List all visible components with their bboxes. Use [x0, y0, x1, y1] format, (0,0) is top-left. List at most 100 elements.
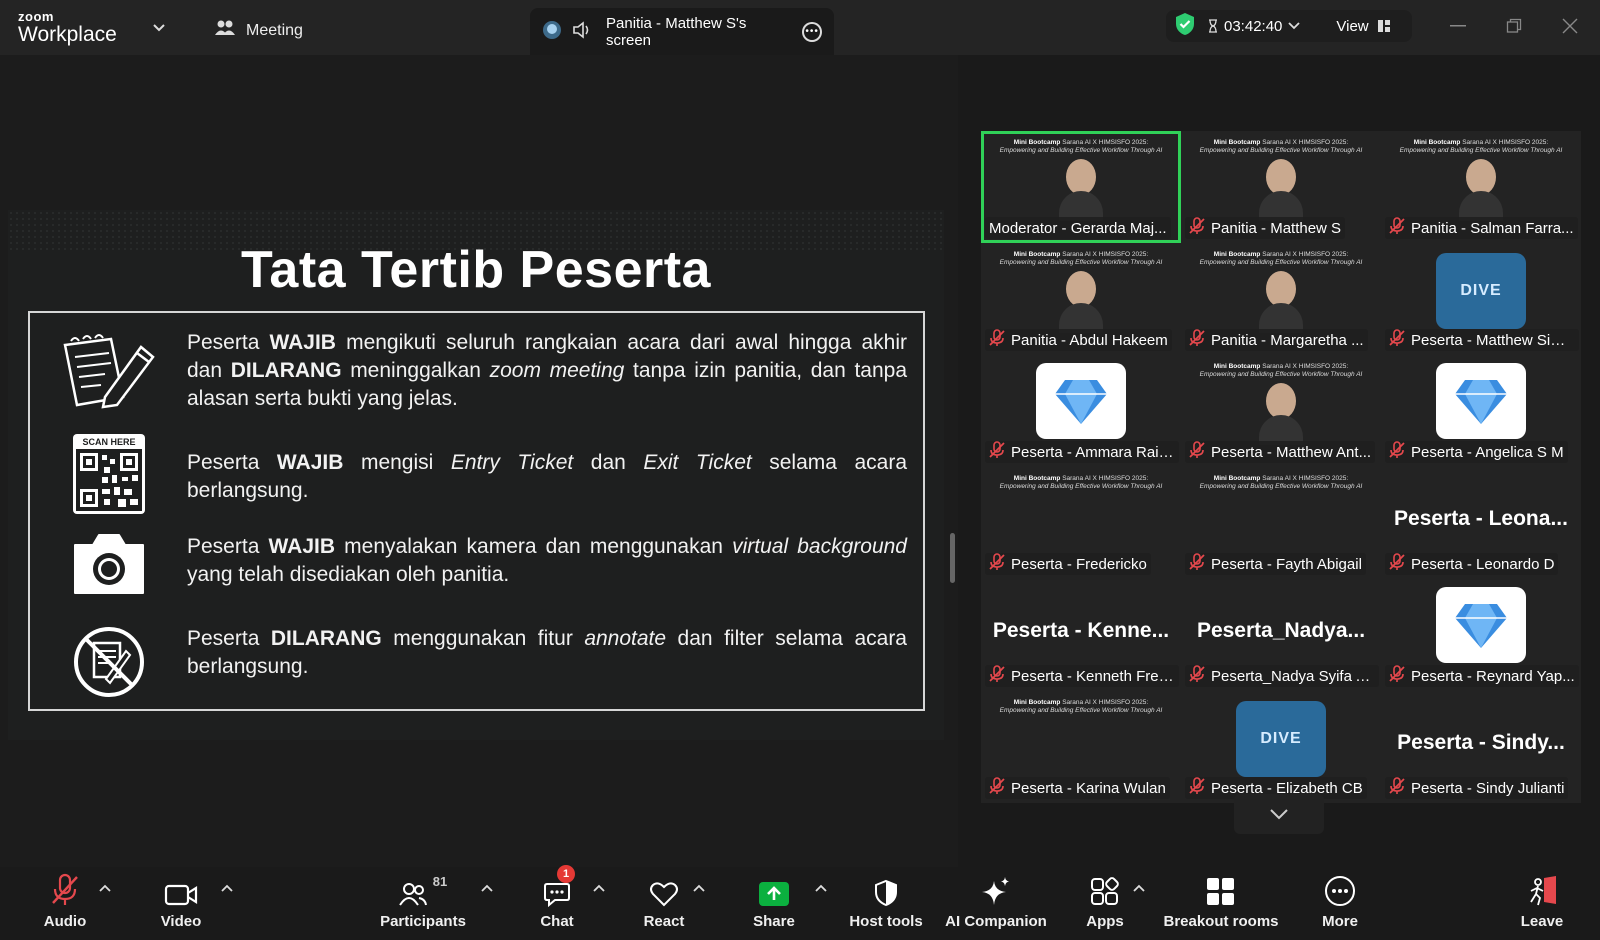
qr-scan-label: SCAN HERE	[82, 437, 135, 447]
speaker-volume-icon[interactable]	[572, 20, 592, 43]
participant-tile[interactable]: Mini Bootcamp Sarana AI X HIMSISFO 2025:…	[1381, 131, 1581, 243]
participant-tile[interactable]: Mini Bootcamp Sarana AI X HIMSISFO 2025:…	[981, 691, 1181, 803]
participant-tile[interactable]: Peserta - Angelica S M	[1381, 355, 1581, 467]
gallery-next-page-button[interactable]	[1234, 794, 1324, 834]
screen-share-tab[interactable]: Panitia - Matthew S's screen •••	[530, 8, 834, 55]
participant-tile[interactable]: DIVE Peserta - Elizabeth CB	[1181, 691, 1381, 803]
bootcamp-banner: Mini Bootcamp Sarana AI X HIMSISFO 2025:…	[1181, 475, 1381, 491]
more-button[interactable]: More	[1318, 867, 1362, 940]
participant-tile[interactable]: Peserta_Nadya... Peserta_Nadya Syifa A...	[1181, 579, 1381, 691]
participant-tile[interactable]: Mini Bootcamp Sarana AI X HIMSISFO 2025:…	[981, 131, 1181, 243]
meeting-timer[interactable]: 03:42:40	[1208, 18, 1301, 35]
share-options-caret-icon[interactable]	[814, 881, 828, 895]
rule-text-part: menggunakan fitur	[381, 627, 585, 650]
participant-tile[interactable]: Peserta - Sindy... Peserta - Sindy Julian…	[1381, 691, 1581, 803]
chat-label: Chat	[540, 913, 574, 930]
diamond-logo-avatar	[1036, 363, 1126, 439]
muted-mic-icon	[1389, 553, 1407, 575]
participant-name: Peserta - Karina Wulan	[1011, 779, 1166, 797]
audio-button[interactable]: Audio	[40, 867, 90, 940]
app-menu-chevron-icon[interactable]	[152, 20, 166, 38]
rule-text-part: Peserta	[187, 627, 271, 650]
participant-gallery: Mini Bootcamp Sarana AI X HIMSISFO 2025:…	[958, 55, 1600, 867]
audio-options-caret-icon[interactable]	[98, 881, 112, 895]
ai-companion-button[interactable]: AI Companion	[944, 867, 1048, 940]
muted-mic-icon	[1189, 217, 1207, 239]
participants-button[interactable]: 81 Participants	[378, 867, 468, 940]
participant-tile[interactable]: Peserta - Kenne... Peserta - Kenneth Fred…	[981, 579, 1181, 691]
share-label: Share	[753, 913, 795, 930]
share-options-more-icon[interactable]: •••	[802, 21, 822, 42]
participant-tile[interactable]: Peserta - Leona... Peserta - Leonardo D	[1381, 467, 1581, 579]
banner-bold: Mini Bootcamp	[1213, 251, 1261, 258]
shared-screen[interactable]: Tata Tertib Peserta Peserta WAJIB mengik…	[0, 55, 958, 867]
muted-mic-icon	[989, 553, 1007, 575]
muted-mic-icon	[50, 867, 80, 907]
bootcamp-banner: Mini Bootcamp Sarana AI X HIMSISFO 2025:…	[981, 139, 1181, 155]
logo-small-text: zoom	[18, 9, 54, 24]
more-label: More	[1322, 913, 1358, 930]
view-label: View	[1336, 17, 1369, 35]
video-label: Video	[160, 913, 202, 930]
participant-tile[interactable]: Mini Bootcamp Sarana AI X HIMSISFO 2025:…	[1181, 243, 1381, 355]
dive-logo-text: DIVE	[1260, 730, 1302, 747]
minimize-icon[interactable]	[1446, 14, 1470, 38]
rule-item: Peserta DILARANG menggunakan fitur annot…	[30, 625, 923, 701]
rule-text-part: menyalakan kamera dan menggunakan	[335, 535, 733, 558]
participant-tile[interactable]: Mini Bootcamp Sarana AI X HIMSISFO 2025:…	[1181, 131, 1381, 243]
muted-mic-icon	[989, 777, 1007, 799]
rule-text-part: Peserta	[187, 451, 277, 474]
participant-name: Peserta_Nadya Syifa A...	[1211, 667, 1375, 685]
chat-button[interactable]: 1 Chat	[532, 865, 582, 940]
encryption-shield-icon[interactable]	[1174, 12, 1196, 40]
meeting-tab[interactable]: Meeting	[214, 18, 303, 43]
participant-name: Panitia - Salman Farra...	[1411, 219, 1574, 237]
banner-bold: Mini Bootcamp	[1013, 699, 1061, 706]
breakout-rooms-button[interactable]: Breakout rooms	[1163, 867, 1279, 940]
participant-name: Panitia - Matthew S	[1211, 219, 1342, 237]
participant-display-name: Peserta - Sindy...	[1397, 731, 1565, 754]
participant-name-label: Panitia - Margaretha ...	[1185, 329, 1368, 351]
participant-tile[interactable]: DIVE Peserta - Matthew Sim...	[1381, 243, 1581, 355]
participant-tile[interactable]: Mini Bootcamp Sarana AI X HIMSISFO 2025:…	[1181, 355, 1381, 467]
participant-tile[interactable]: Mini Bootcamp Sarana AI X HIMSISFO 2025:…	[981, 467, 1181, 579]
video-options-caret-icon[interactable]	[220, 881, 234, 895]
participant-tile[interactable]: Mini Bootcamp Sarana AI X HIMSISFO 2025:…	[981, 243, 1181, 355]
apps-options-caret-icon[interactable]	[1132, 881, 1146, 895]
video-button[interactable]: Video	[156, 867, 206, 940]
zoom-logo: zoom Workplace	[18, 10, 117, 45]
logo-big-text: Workplace	[18, 23, 117, 46]
participant-tile[interactable]: Mini Bootcamp Sarana AI X HIMSISFO 2025:…	[1181, 467, 1381, 579]
view-button[interactable]: View	[1336, 18, 1390, 35]
react-button[interactable]: React	[638, 867, 690, 940]
dive-logo-text: DIVE	[1460, 282, 1502, 299]
slide-title: Tata Tertib Peserta	[241, 241, 711, 299]
share-button[interactable]: Share	[748, 867, 800, 940]
chat-options-caret-icon[interactable]	[592, 881, 606, 895]
participant-name: Moderator - Gerarda Maj...	[989, 219, 1167, 237]
participants-options-caret-icon[interactable]	[480, 881, 494, 895]
participant-tile[interactable]: Peserta - Ammara Rais...	[981, 355, 1181, 467]
participant-tile[interactable]: Peserta - Reynard Yap...	[1381, 579, 1581, 691]
participant-name: Peserta - Reynard Yap...	[1411, 667, 1575, 685]
close-icon[interactable]	[1558, 14, 1582, 38]
diamond-logo-avatar	[1436, 363, 1526, 439]
banner-bold: Mini Bootcamp	[1213, 139, 1261, 146]
leave-button[interactable]: Leave	[1520, 867, 1564, 940]
chat-unread-badge: 1	[557, 865, 575, 883]
participant-name-label: Peserta - Ammara Rais...	[985, 441, 1179, 463]
breakout-grid-icon	[1206, 867, 1236, 907]
bootcamp-banner: Mini Bootcamp Sarana AI X HIMSISFO 2025:…	[1181, 363, 1381, 379]
participant-name: Peserta - Sindy Julianti	[1411, 779, 1565, 797]
rule-text: Peserta WAJIB menyalakan kamera dan meng…	[187, 533, 907, 589]
participant-name-label: Peserta - Leonardo D	[1385, 553, 1559, 575]
restore-icon[interactable]	[1502, 14, 1526, 38]
apps-button[interactable]: Apps	[1084, 867, 1126, 940]
split-view-drag-handle[interactable]	[950, 533, 955, 583]
host-tools-button[interactable]: Host tools	[846, 867, 926, 940]
rule-text-part: meninggalkan	[341, 359, 490, 382]
participant-name: Peserta - Matthew Ant...	[1211, 443, 1372, 461]
participant-name-label: Peserta - Angelica S M	[1385, 441, 1568, 463]
react-options-caret-icon[interactable]	[692, 881, 706, 895]
participant-video-figure	[1059, 159, 1103, 221]
